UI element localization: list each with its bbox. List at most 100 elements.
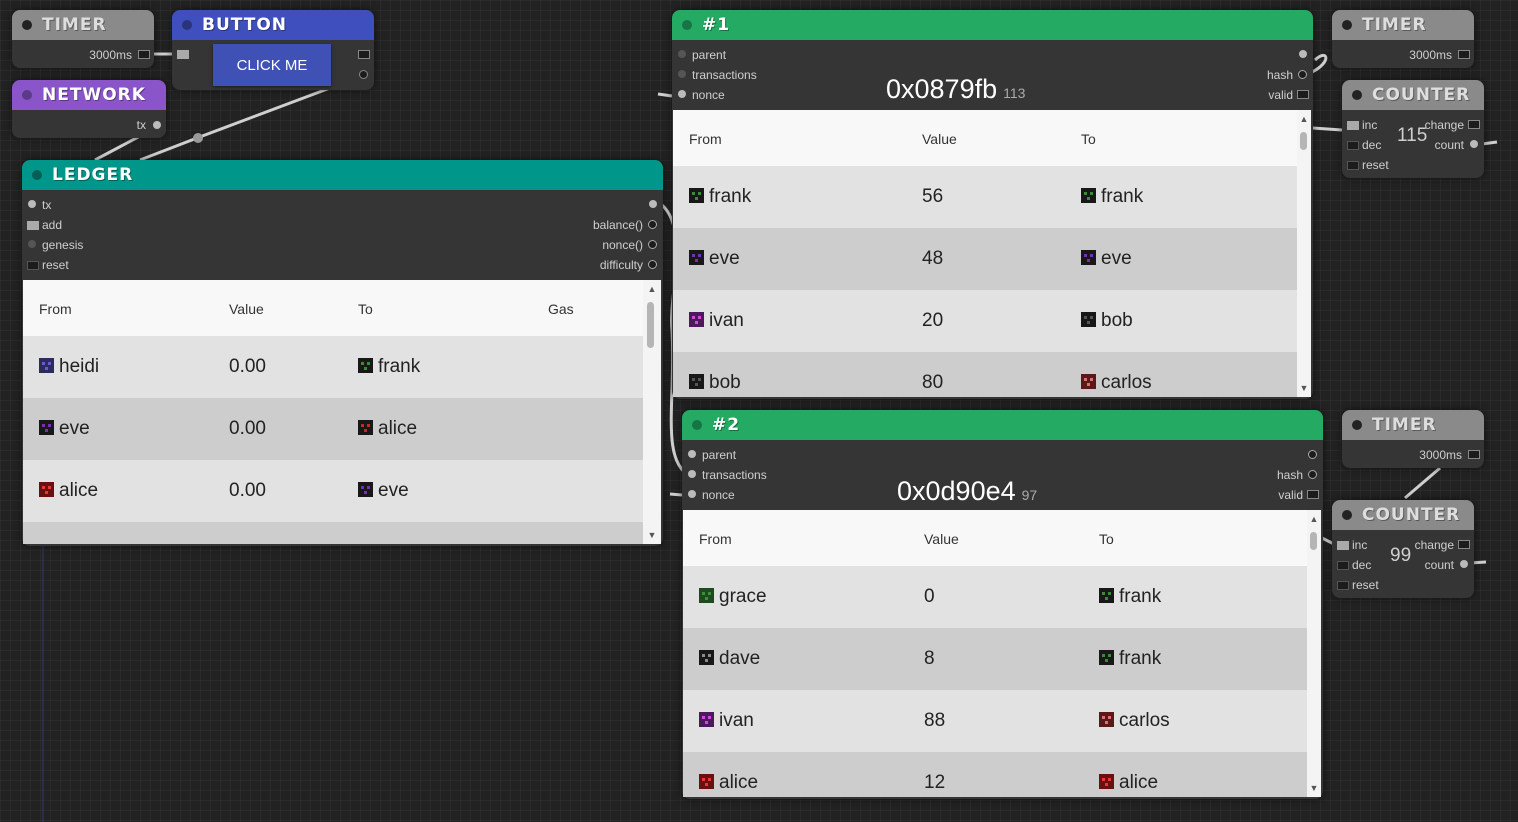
input-port[interactable] [678,90,686,98]
collapse-dot[interactable] [22,90,32,100]
table-row[interactable] [23,522,643,544]
output-port[interactable] [648,220,657,229]
node-title[interactable]: BUTTON [172,10,374,40]
output-port[interactable] [1458,50,1470,59]
table-row[interactable]: eve 0.00 alice [23,398,643,460]
output-port[interactable] [648,240,657,249]
to-cell: frank [1099,586,1161,608]
input-port[interactable] [1347,141,1359,150]
output-port[interactable] [649,200,657,208]
scroll-up-icon[interactable]: ▲ [1297,114,1311,124]
vertical-scrollbar[interactable]: ▲ ▼ [643,280,661,544]
node-title[interactable]: TIMER [1332,10,1474,40]
output-port[interactable] [1308,470,1317,479]
output-port[interactable] [1470,140,1478,148]
scroll-thumb[interactable] [647,302,654,348]
input-port[interactable] [1337,581,1349,590]
collapse-dot[interactable] [1352,420,1362,430]
output-port[interactable] [1468,120,1480,129]
column-header: To [358,301,373,317]
table-row[interactable]: eve 48 eve [673,228,1297,290]
collapse-dot[interactable] [1342,20,1352,30]
vertical-scrollbar[interactable]: ▲ ▼ [1307,510,1321,797]
output-port[interactable] [648,260,657,269]
table-row[interactable]: grace 0 frank [683,566,1307,628]
input-port[interactable] [27,221,39,230]
output-label: balance() [592,218,643,232]
output-port[interactable] [1297,90,1309,99]
node-title[interactable]: LEDGER [22,160,663,190]
input-port[interactable] [678,70,686,78]
collapse-dot[interactable] [1352,90,1362,100]
input-port[interactable] [28,200,36,208]
node-title[interactable]: TIMER [1342,410,1484,440]
node-title[interactable]: COUNTER [1342,80,1484,110]
input-port[interactable] [1337,561,1349,570]
counter-node[interactable]: COUNTER inc dec reset 99 change count [1332,500,1474,598]
input-port[interactable] [688,490,696,498]
ledger-node[interactable]: LEDGER tx add genesis reset balance() no… [22,160,663,546]
collapse-dot[interactable] [1342,510,1352,520]
input-label: tx [42,198,52,212]
output-port[interactable] [153,121,161,129]
input-port[interactable] [1347,121,1359,130]
output-port[interactable] [1308,450,1317,459]
input-port[interactable] [678,50,686,58]
input-port[interactable] [1347,161,1359,170]
node-title[interactable]: #1 [672,10,1313,40]
collapse-dot[interactable] [182,20,192,30]
output-port[interactable] [1458,540,1470,549]
node-title[interactable]: TIMER [12,10,154,40]
node-title[interactable]: #2 [682,410,1323,440]
click-me-button[interactable]: CLICK ME [213,44,331,86]
scroll-thumb[interactable] [1300,132,1307,150]
counter-node[interactable]: COUNTER inc dec reset 115 change count [1342,80,1484,178]
output-port[interactable] [1298,70,1307,79]
table-row[interactable]: alice 0.00 eve [23,460,643,522]
output-port[interactable] [1468,450,1480,459]
to-cell: frank [358,356,420,378]
output-port[interactable] [358,50,370,59]
table-row[interactable]: ivan 88 carlos [683,690,1307,752]
timer-node[interactable]: TIMER 3000ms [12,10,154,68]
node-title[interactable]: NETWORK [12,80,166,110]
vertical-scrollbar[interactable]: ▲ ▼ [1297,110,1311,397]
table-row[interactable]: ivan 20 bob [673,290,1297,352]
scroll-thumb[interactable] [1310,532,1317,550]
table-row[interactable]: frank 56 frank [673,166,1297,228]
input-port[interactable] [1337,541,1349,550]
avatar-icon [39,358,54,373]
scroll-up-icon[interactable]: ▲ [643,284,661,294]
block-node[interactable]: #2 parent transactions nonce 0x0d90e4 97 … [682,410,1323,799]
input-port[interactable] [177,50,189,59]
avatar-icon [39,482,54,497]
output-port[interactable] [1299,50,1307,58]
scroll-down-icon[interactable]: ▼ [1307,783,1321,793]
input-port[interactable] [688,470,696,478]
collapse-dot[interactable] [682,20,692,30]
network-node[interactable]: NETWORK tx [12,80,166,138]
table-row[interactable]: heidi 0.00 frank [23,336,643,398]
collapse-dot[interactable] [692,420,702,430]
output-port[interactable] [359,70,368,79]
collapse-dot[interactable] [22,20,32,30]
scroll-down-icon[interactable]: ▼ [1297,383,1311,393]
input-port[interactable] [688,450,696,458]
input-port[interactable] [28,240,36,248]
button-node[interactable]: BUTTON CLICK ME [172,10,374,90]
table-row[interactable]: bob 80 carlos [673,352,1297,397]
scroll-down-icon[interactable]: ▼ [643,530,661,540]
table-row[interactable]: alice 12 alice [683,752,1307,797]
output-port[interactable] [1460,560,1468,568]
block-node[interactable]: #1 parent transactions nonce 0x0879fb 113… [672,10,1313,399]
timer-node[interactable]: TIMER 3000ms [1342,410,1484,468]
output-port[interactable] [1307,490,1319,499]
input-port[interactable] [27,261,39,270]
node-title[interactable]: COUNTER [1332,500,1474,530]
table-row[interactable]: dave 8 frank [683,628,1307,690]
scroll-up-icon[interactable]: ▲ [1307,514,1321,524]
timer-node[interactable]: TIMER 3000ms [1332,10,1474,68]
collapse-dot[interactable] [32,170,42,180]
output-port[interactable] [138,50,150,59]
column-header: Value [922,131,957,147]
